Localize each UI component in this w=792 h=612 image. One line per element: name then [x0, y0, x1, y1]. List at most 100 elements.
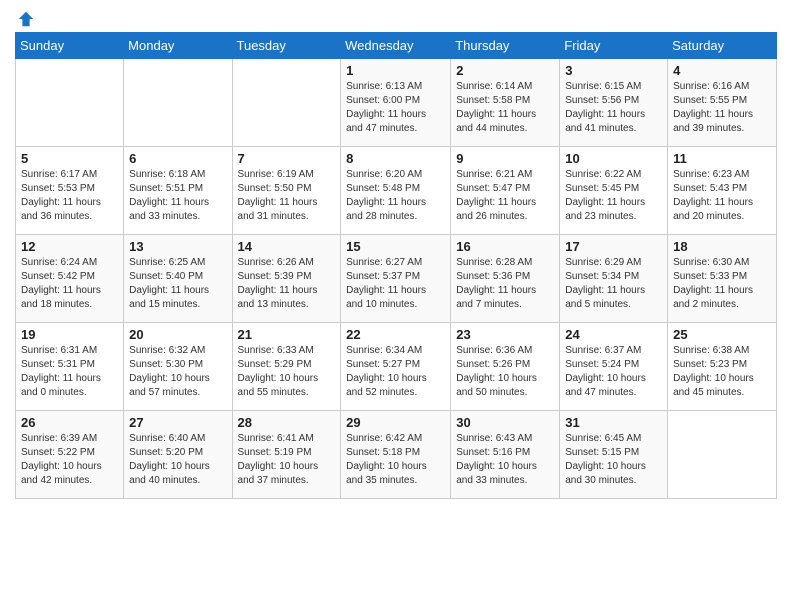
- day-number: 21: [238, 327, 336, 342]
- calendar-cell: 2Sunrise: 6:14 AM Sunset: 5:58 PM Daylig…: [451, 59, 560, 147]
- day-number: 30: [456, 415, 554, 430]
- calendar-cell: 5 Sunrise: 6:17 AM Sunset: 5:53 PM Daylig…: [16, 147, 124, 235]
- day-number: 11: [673, 151, 771, 166]
- day-info: Sunrise: 6:17 AM Sunset: 5:53 PM Dayligh…: [21, 168, 118, 224]
- calendar-cell: 17 Sunrise: 6:29 AM Sunset: 5:34 PM Dayli…: [560, 235, 668, 323]
- calendar-cell: 26Sunrise: 6:39 AM Sunset: 5:22 PM Dayli…: [16, 411, 124, 499]
- calendar-cell: 23 Sunrise: 6:36 AM Sunset: 5:26 PM Dayli…: [451, 323, 560, 411]
- day-info: Sunrise: 6:34 AM Sunset: 5:27 PM Dayligh…: [346, 344, 445, 400]
- day-info: Sunrise: 6:39 AM Sunset: 5:22 PM Dayligh…: [21, 432, 118, 488]
- calendar-week-row: 12 Sunrise: 6:24 AM Sunset: 5:42 PM Dayli…: [16, 235, 777, 323]
- calendar-week-row: 19 Sunrise: 6:31 AM Sunset: 5:31 PM Dayli…: [16, 323, 777, 411]
- calendar-cell: 12 Sunrise: 6:24 AM Sunset: 5:42 PM Dayli…: [16, 235, 124, 323]
- day-number: 9: [456, 151, 554, 166]
- day-number: 14: [238, 239, 336, 254]
- calendar-cell: [668, 411, 777, 499]
- day-info: Sunrise: 6:28 AM Sunset: 5:36 PM Dayligh…: [456, 256, 554, 312]
- weekday-header-tuesday: Tuesday: [232, 33, 341, 59]
- calendar-cell: 22 Sunrise: 6:34 AM Sunset: 5:27 PM Dayli…: [341, 323, 451, 411]
- calendar-cell: 11 Sunrise: 6:23 AM Sunset: 5:43 PM Dayli…: [668, 147, 777, 235]
- weekday-header-row: SundayMondayTuesdayWednesdayThursdayFrid…: [16, 33, 777, 59]
- day-info: Sunrise: 6:16 AM Sunset: 5:55 PM Dayligh…: [673, 80, 771, 136]
- day-info: Sunrise: 6:36 AM Sunset: 5:26 PM Dayligh…: [456, 344, 554, 400]
- calendar-cell: 9 Sunrise: 6:21 AM Sunset: 5:47 PM Daylig…: [451, 147, 560, 235]
- weekday-header-thursday: Thursday: [451, 33, 560, 59]
- day-number: 22: [346, 327, 445, 342]
- day-number: 19: [21, 327, 118, 342]
- weekday-header-saturday: Saturday: [668, 33, 777, 59]
- calendar-cell: 20 Sunrise: 6:32 AM Sunset: 5:30 PM Dayli…: [124, 323, 232, 411]
- day-info: Sunrise: 6:26 AM Sunset: 5:39 PM Dayligh…: [238, 256, 336, 312]
- day-info: Sunrise: 6:37 AM Sunset: 5:24 PM Dayligh…: [565, 344, 662, 400]
- calendar-cell: 7 Sunrise: 6:19 AM Sunset: 5:50 PM Daylig…: [232, 147, 341, 235]
- day-number: 8: [346, 151, 445, 166]
- calendar-cell: 16 Sunrise: 6:28 AM Sunset: 5:36 PM Dayli…: [451, 235, 560, 323]
- day-number: 12: [21, 239, 118, 254]
- day-info: Sunrise: 6:30 AM Sunset: 5:33 PM Dayligh…: [673, 256, 771, 312]
- day-number: 17: [565, 239, 662, 254]
- logo: [15, 10, 35, 24]
- day-number: 28: [238, 415, 336, 430]
- calendar-cell: 29 Sunrise: 6:42 AM Sunset: 5:18 PM Dayli…: [341, 411, 451, 499]
- day-info: Sunrise: 6:32 AM Sunset: 5:30 PM Dayligh…: [129, 344, 226, 400]
- calendar-cell: 1Sunrise: 6:13 AM Sunset: 6:00 PM Daylig…: [341, 59, 451, 147]
- calendar-cell: 14 Sunrise: 6:26 AM Sunset: 5:39 PM Dayli…: [232, 235, 341, 323]
- day-info: Sunrise: 6:15 AM Sunset: 5:56 PM Dayligh…: [565, 80, 662, 136]
- calendar-week-row: 1Sunrise: 6:13 AM Sunset: 6:00 PM Daylig…: [16, 59, 777, 147]
- calendar-cell: 10 Sunrise: 6:22 AM Sunset: 5:45 PM Dayli…: [560, 147, 668, 235]
- day-number: 27: [129, 415, 226, 430]
- day-info: Sunrise: 6:43 AM Sunset: 5:16 PM Dayligh…: [456, 432, 554, 488]
- calendar-cell: 13 Sunrise: 6:25 AM Sunset: 5:40 PM Dayli…: [124, 235, 232, 323]
- calendar-cell: 30 Sunrise: 6:43 AM Sunset: 5:16 PM Dayli…: [451, 411, 560, 499]
- calendar-cell: 8 Sunrise: 6:20 AM Sunset: 5:48 PM Daylig…: [341, 147, 451, 235]
- day-number: 4: [673, 63, 771, 78]
- day-info: Sunrise: 6:29 AM Sunset: 5:34 PM Dayligh…: [565, 256, 662, 312]
- page-header: [15, 10, 777, 24]
- weekday-header-sunday: Sunday: [16, 33, 124, 59]
- weekday-header-monday: Monday: [124, 33, 232, 59]
- calendar-cell: 19 Sunrise: 6:31 AM Sunset: 5:31 PM Dayli…: [16, 323, 124, 411]
- day-info: Sunrise: 6:24 AM Sunset: 5:42 PM Dayligh…: [21, 256, 118, 312]
- calendar-cell: 3 Sunrise: 6:15 AM Sunset: 5:56 PM Daylig…: [560, 59, 668, 147]
- calendar-cell: 6Sunrise: 6:18 AM Sunset: 5:51 PM Daylig…: [124, 147, 232, 235]
- page-container: SundayMondayTuesdayWednesdayThursdayFrid…: [0, 0, 792, 509]
- day-info: Sunrise: 6:42 AM Sunset: 5:18 PM Dayligh…: [346, 432, 445, 488]
- day-number: 23: [456, 327, 554, 342]
- calendar-cell: 25Sunrise: 6:38 AM Sunset: 5:23 PM Dayli…: [668, 323, 777, 411]
- weekday-header-friday: Friday: [560, 33, 668, 59]
- day-number: 16: [456, 239, 554, 254]
- day-info: Sunrise: 6:27 AM Sunset: 5:37 PM Dayligh…: [346, 256, 445, 312]
- day-info: Sunrise: 6:23 AM Sunset: 5:43 PM Dayligh…: [673, 168, 771, 224]
- day-info: Sunrise: 6:21 AM Sunset: 5:47 PM Dayligh…: [456, 168, 554, 224]
- day-number: 3: [565, 63, 662, 78]
- day-number: 18: [673, 239, 771, 254]
- day-number: 31: [565, 415, 662, 430]
- weekday-header-wednesday: Wednesday: [341, 33, 451, 59]
- calendar-cell: 28 Sunrise: 6:41 AM Sunset: 5:19 PM Dayli…: [232, 411, 341, 499]
- day-info: Sunrise: 6:20 AM Sunset: 5:48 PM Dayligh…: [346, 168, 445, 224]
- day-info: Sunrise: 6:33 AM Sunset: 5:29 PM Dayligh…: [238, 344, 336, 400]
- calendar-cell: 18 Sunrise: 6:30 AM Sunset: 5:33 PM Dayli…: [668, 235, 777, 323]
- logo-icon: [17, 10, 35, 28]
- day-info: Sunrise: 6:14 AM Sunset: 5:58 PM Dayligh…: [456, 80, 554, 136]
- calendar-cell: [16, 59, 124, 147]
- day-info: Sunrise: 6:13 AM Sunset: 6:00 PM Dayligh…: [346, 80, 445, 136]
- calendar-cell: 24Sunrise: 6:37 AM Sunset: 5:24 PM Dayli…: [560, 323, 668, 411]
- day-number: 20: [129, 327, 226, 342]
- day-info: Sunrise: 6:31 AM Sunset: 5:31 PM Dayligh…: [21, 344, 118, 400]
- calendar-table: SundayMondayTuesdayWednesdayThursdayFrid…: [15, 32, 777, 499]
- day-info: Sunrise: 6:45 AM Sunset: 5:15 PM Dayligh…: [565, 432, 662, 488]
- day-info: Sunrise: 6:25 AM Sunset: 5:40 PM Dayligh…: [129, 256, 226, 312]
- calendar-week-row: 5 Sunrise: 6:17 AM Sunset: 5:53 PM Daylig…: [16, 147, 777, 235]
- day-info: Sunrise: 6:19 AM Sunset: 5:50 PM Dayligh…: [238, 168, 336, 224]
- day-number: 7: [238, 151, 336, 166]
- day-info: Sunrise: 6:22 AM Sunset: 5:45 PM Dayligh…: [565, 168, 662, 224]
- calendar-cell: 27Sunrise: 6:40 AM Sunset: 5:20 PM Dayli…: [124, 411, 232, 499]
- day-number: 13: [129, 239, 226, 254]
- day-info: Sunrise: 6:41 AM Sunset: 5:19 PM Dayligh…: [238, 432, 336, 488]
- calendar-cell: [124, 59, 232, 147]
- day-number: 29: [346, 415, 445, 430]
- day-number: 5: [21, 151, 118, 166]
- day-number: 10: [565, 151, 662, 166]
- calendar-cell: 15Sunrise: 6:27 AM Sunset: 5:37 PM Dayli…: [341, 235, 451, 323]
